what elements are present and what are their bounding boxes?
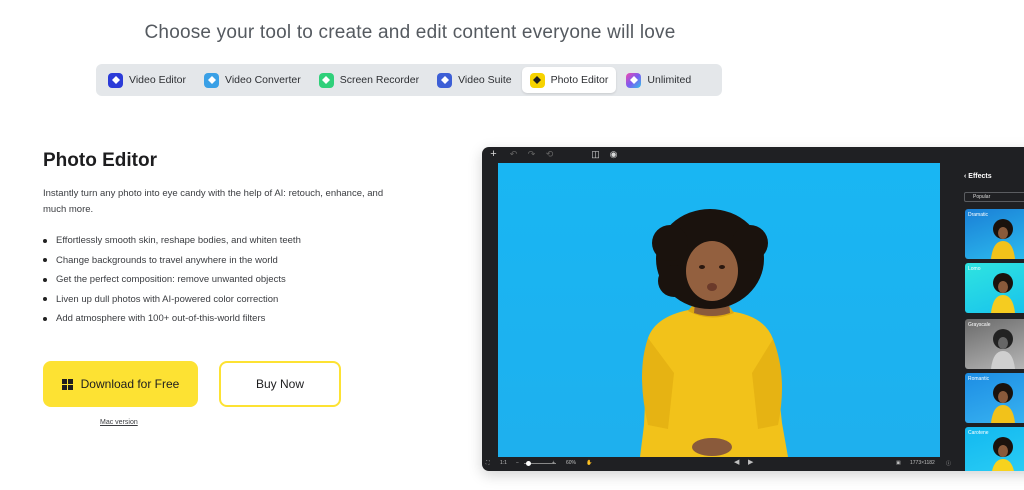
list-item: Add atmosphere with 100+ out-of-this-wor… <box>43 309 301 329</box>
download-button[interactable]: Download for Free <box>43 361 198 407</box>
effects-panel-title: ‹ Effects <box>964 173 992 180</box>
app-preview: + ↶ ↷ ⟲ ◫ ◉ ‹ Effects Popular Dramatic L… <box>482 147 1024 471</box>
image-icon[interactable]: ▣ <box>896 460 901 466</box>
compare-icon[interactable]: ◫ <box>590 149 601 160</box>
product-description: Instantly turn any photo into eye candy … <box>43 188 384 215</box>
screen-recorder-icon <box>318 72 334 88</box>
undo-icon[interactable]: ↶ <box>508 149 519 160</box>
tab-screen-recorder[interactable]: Screen Recorder <box>311 67 427 93</box>
preview-eye-icon[interactable]: ◉ <box>608 149 619 160</box>
windows-icon <box>61 378 73 390</box>
list-item: Liven up dull photos with AI-powered col… <box>43 290 301 310</box>
photo-image <box>640 209 788 457</box>
tab-photo-editor[interactable]: Photo Editor <box>521 67 617 93</box>
tab-label: Photo Editor <box>550 74 609 86</box>
bullet-icon <box>43 238 47 243</box>
product-title: Photo Editor <box>43 150 157 171</box>
next-icon[interactable]: ▶ <box>748 458 753 466</box>
previous-icon[interactable]: ◀ <box>734 458 739 466</box>
tab-video-converter[interactable]: Video Converter <box>196 67 309 93</box>
hand-tool-icon[interactable]: ✋ <box>586 460 592 466</box>
download-label: Download for Free <box>80 377 180 391</box>
info-icon[interactable]: ⓘ <box>946 460 951 467</box>
reset-icon[interactable]: ⟲ <box>544 149 555 160</box>
unlimited-icon <box>626 72 642 88</box>
video-editor-icon <box>108 72 123 88</box>
tab-unlimited[interactable]: Unlimited <box>618 67 699 93</box>
app-toolbar: + ↶ ↷ ⟲ ◫ ◉ <box>482 147 1024 163</box>
zoom-percent: 60% <box>566 460 577 466</box>
list-item: Effortlessly smooth skin, reshape bodies… <box>43 231 301 251</box>
list-item: Change backgrounds to travel anywhere in… <box>43 251 301 271</box>
tab-label: Unlimited <box>647 74 692 86</box>
video-converter-icon <box>204 72 220 88</box>
page: Choose your tool to create and edit cont… <box>0 0 1024 490</box>
tab-video-editor[interactable]: Video Editor <box>100 67 194 93</box>
effect-thumb-dramatic[interactable]: Dramatic <box>965 209 1024 259</box>
effects-panel: ‹ Effects Popular Dramatic Lomo Grayscal… <box>954 163 1024 471</box>
mac-version-link[interactable]: Mac version <box>100 419 138 426</box>
bullet-icon <box>43 277 47 282</box>
effect-thumb-lomo[interactable]: Lomo <box>965 263 1024 313</box>
image-dimensions: 1773×1182 <box>910 460 935 466</box>
buy-now-button[interactable]: Buy Now <box>219 361 341 407</box>
photo-editor-icon <box>529 72 545 88</box>
bullet-icon <box>43 297 47 302</box>
feature-list: Effortlessly smooth skin, reshape bodies… <box>43 231 301 329</box>
redo-icon[interactable]: ↷ <box>526 149 537 160</box>
zoom-slider-handle[interactable] <box>526 461 531 466</box>
tab-label: Screen Recorder <box>339 74 420 86</box>
tab-video-suite[interactable]: Video Suite <box>429 67 520 93</box>
fit-screen-icon[interactable]: ⛶ <box>486 460 490 466</box>
effects-category-select[interactable]: Popular <box>964 192 1024 202</box>
product-tabs: Video Editor Video Converter Screen Reco… <box>96 64 722 96</box>
zoom-in-icon[interactable]: + <box>552 460 555 466</box>
add-icon[interactable]: + <box>488 149 499 160</box>
effect-thumb-grayscale[interactable]: Grayscale <box>965 319 1024 369</box>
bullet-icon <box>43 258 47 263</box>
tab-label: Video Editor <box>129 74 187 86</box>
list-item: Get the perfect composition: remove unwa… <box>43 270 301 290</box>
app-statusbar: ⛶ 1:1 − + 60% ✋ ◀ ▶ ▣ 1773×1182 ⓘ <box>482 457 1024 471</box>
video-suite-icon <box>437 72 453 88</box>
bullet-icon <box>43 316 47 321</box>
page-headline: Choose your tool to create and edit cont… <box>144 22 676 43</box>
effect-thumb-romantic[interactable]: Romantic <box>965 373 1024 423</box>
buy-label: Buy Now <box>255 377 305 391</box>
zoom-ratio[interactable]: 1:1 <box>500 460 507 466</box>
zoom-out-icon[interactable]: − <box>516 460 519 466</box>
photo-canvas[interactable] <box>498 163 940 457</box>
tab-label: Video Converter <box>225 74 301 86</box>
tab-label: Video Suite <box>458 74 512 86</box>
